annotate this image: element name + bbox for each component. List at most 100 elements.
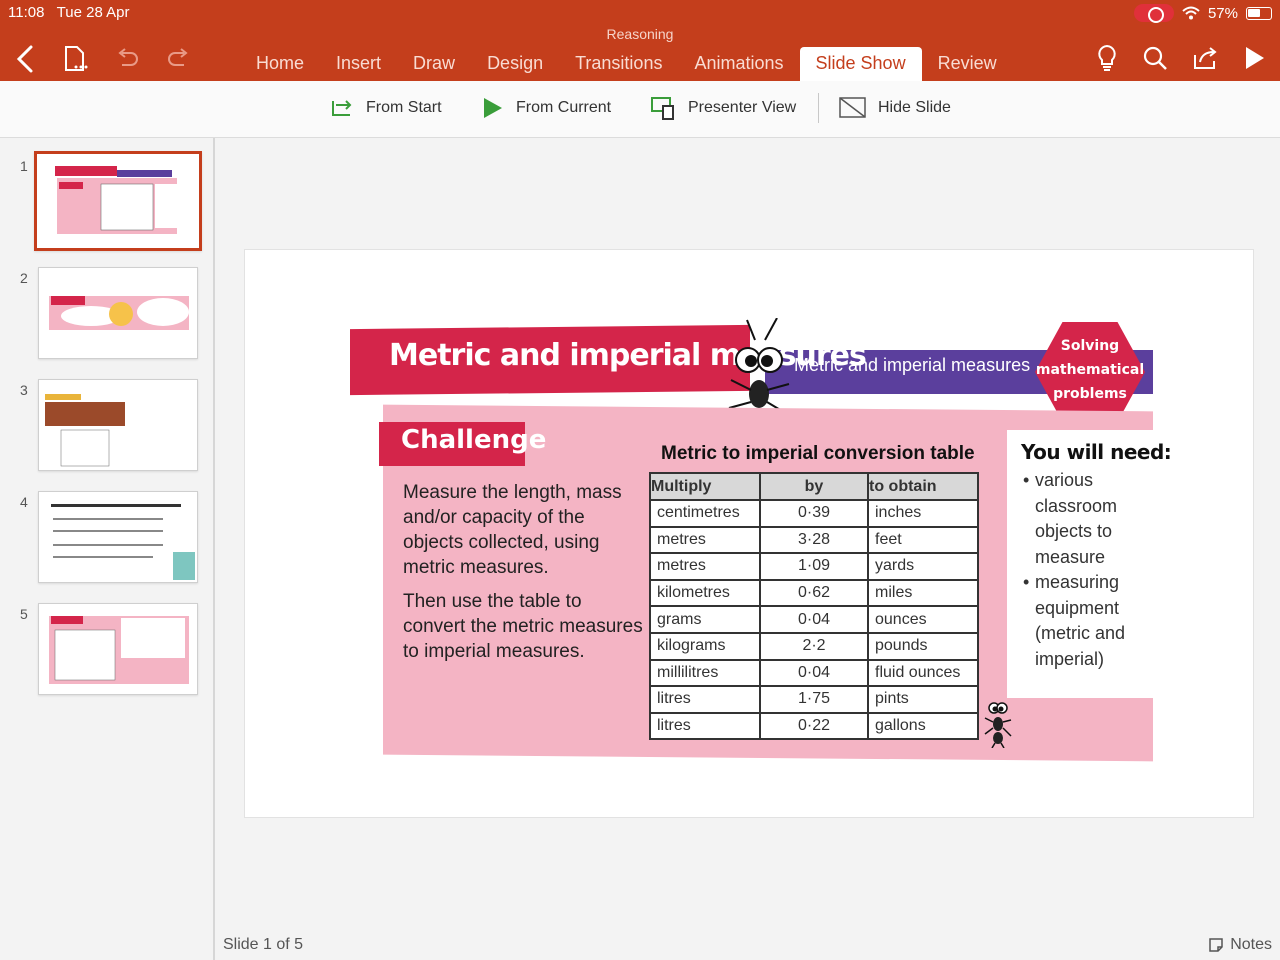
cell-imperial: miles [867,578,979,608]
thumbnail-preview-1 [55,166,179,234]
cell-factor: 1·09 [759,552,869,581]
cell-imperial: ounces [867,605,979,634]
tab-draw[interactable]: Draw [397,47,471,81]
tab-review[interactable]: Review [922,47,1013,81]
table-row: kilometres 0·62 miles [649,578,979,608]
from-start-label: From Start [366,99,442,116]
screen-record-icon[interactable] [1133,4,1174,23]
cell-metric: kilograms [649,631,761,661]
cell-factor: 1·75 [759,685,869,714]
table-row: centimetres 0·39 inches [649,499,979,528]
header-by: by [759,472,869,501]
challenge-label: Challenge [401,425,547,455]
small-ant-icon [984,702,1012,748]
cell-imperial: feet [867,525,979,555]
file-icon[interactable] [62,45,88,73]
thumbnail-preview-3 [45,394,125,467]
cell-factor: 0·04 [759,658,869,688]
slide-thumbnail-5[interactable] [38,603,198,695]
from-current-label: From Current [516,99,612,116]
cell-metric: kilometres [649,578,761,608]
status-indicators: 57% [1133,4,1272,23]
slide-thumbnail-3[interactable] [38,379,198,471]
cell-imperial: gallons [867,711,979,741]
tab-transitions[interactable]: Transitions [559,47,678,81]
from-start-button[interactable]: From Start [330,95,442,121]
notes-icon [1209,938,1223,952]
tab-design[interactable]: Design [471,47,559,81]
need-list: various classroom objects to measure mea… [1023,468,1153,672]
thumb-number-2: 2 [20,270,28,286]
right-toolbar [1096,44,1266,72]
table-row: litres 0·22 gallons [649,711,979,741]
slide-thumbnail-1[interactable] [34,151,202,251]
conversion-table: Multiply by to obtain centimetres 0·39 inc… [649,472,979,741]
need-title: You will need: [1021,440,1172,464]
cell-factor: 3·28 [759,525,869,555]
cell-imperial: pounds [867,631,979,661]
status-date: Tue 28 Apr [56,4,130,21]
slide-thumbnail-4[interactable] [38,491,198,583]
wifi-icon [1182,6,1200,20]
cell-imperial: yards [867,552,979,581]
slide-show-ribbon: From Start From Current Presenter View H… [0,81,1280,138]
play-icon[interactable] [1244,45,1266,71]
header-to-obtain: to obtain [867,472,979,501]
search-icon[interactable] [1142,45,1168,71]
presenter-view-icon [651,97,674,120]
lightbulb-icon[interactable] [1096,44,1118,72]
badge-line-1: Solving [1060,338,1120,354]
share-icon[interactable] [1192,45,1220,71]
tab-animations[interactable]: Animations [678,47,799,81]
slide-thumbnail-2[interactable] [38,267,198,359]
thumb-number-1: 1 [20,158,28,174]
tab-home[interactable]: Home [240,47,320,81]
table-row: metres 3·28 feet [649,525,979,555]
slide-canvas[interactable]: Metric and imperial measures Metric and … [244,249,1254,818]
tab-slide-show[interactable]: Slide Show [799,47,922,81]
problem-badge-text: Solving mathematical problems [1035,334,1145,406]
cell-metric: centimetres [649,499,761,528]
cell-imperial: fluid ounces [867,658,979,688]
thumb-number-5: 5 [20,606,28,622]
presenter-view-button[interactable]: Presenter View [650,95,796,121]
battery-percent: 57% [1207,4,1238,22]
status-time: 11:08 [8,4,45,21]
challenge-paragraph-1: Measure the length, mass and/or capacity… [403,482,622,578]
cell-imperial: pints [867,685,979,714]
undo-icon[interactable] [114,47,140,71]
redo-icon[interactable] [166,47,192,71]
from-start-icon [332,100,352,116]
cell-metric: litres [649,711,761,741]
cell-metric: millilitres [649,658,761,688]
ribbon-tabs: Home Insert Draw Design Transitions Anim… [240,47,1013,81]
table-row: millilitres 0·04 fluid ounces [649,658,979,688]
presenter-view-label: Presenter View [688,99,797,116]
cell-imperial: inches [867,499,979,528]
notes-button[interactable]: Notes [1208,936,1272,954]
slide-counter: Slide 1 of 5 [223,936,304,953]
challenge-paragraph-2: Then use the table to convert the metric… [403,591,643,662]
slide-thumbnail-pane: 1 2 3 4 5 [0,138,215,960]
notes-label: Notes [1230,936,1272,953]
need-item: measuring equipment (metric and imperial… [1023,570,1153,672]
cell-factor: 0·39 [759,499,869,528]
left-toolbar [14,44,192,74]
battery-icon [1246,6,1272,20]
thumb-number-4: 4 [20,494,28,510]
badge-line-3: problems [1053,386,1127,402]
hide-slide-button[interactable]: Hide Slide [838,95,951,121]
table-row: grams 0·04 ounces [649,605,979,634]
ribbon-divider [818,93,819,123]
tab-insert[interactable]: Insert [320,47,397,81]
thumbnail-preview-2 [49,296,189,330]
back-icon[interactable] [14,44,36,74]
thumb-number-3: 3 [20,382,28,398]
table-row: litres 1·75 pints [649,685,979,714]
thumbnail-preview-5 [49,616,189,684]
thumbnail-preview-4 [51,504,195,580]
table-row: metres 1·09 yards [649,552,979,581]
cell-metric: metres [649,525,761,555]
document-title: Reasoning [606,26,674,42]
from-current-button[interactable]: From Current [482,95,611,121]
